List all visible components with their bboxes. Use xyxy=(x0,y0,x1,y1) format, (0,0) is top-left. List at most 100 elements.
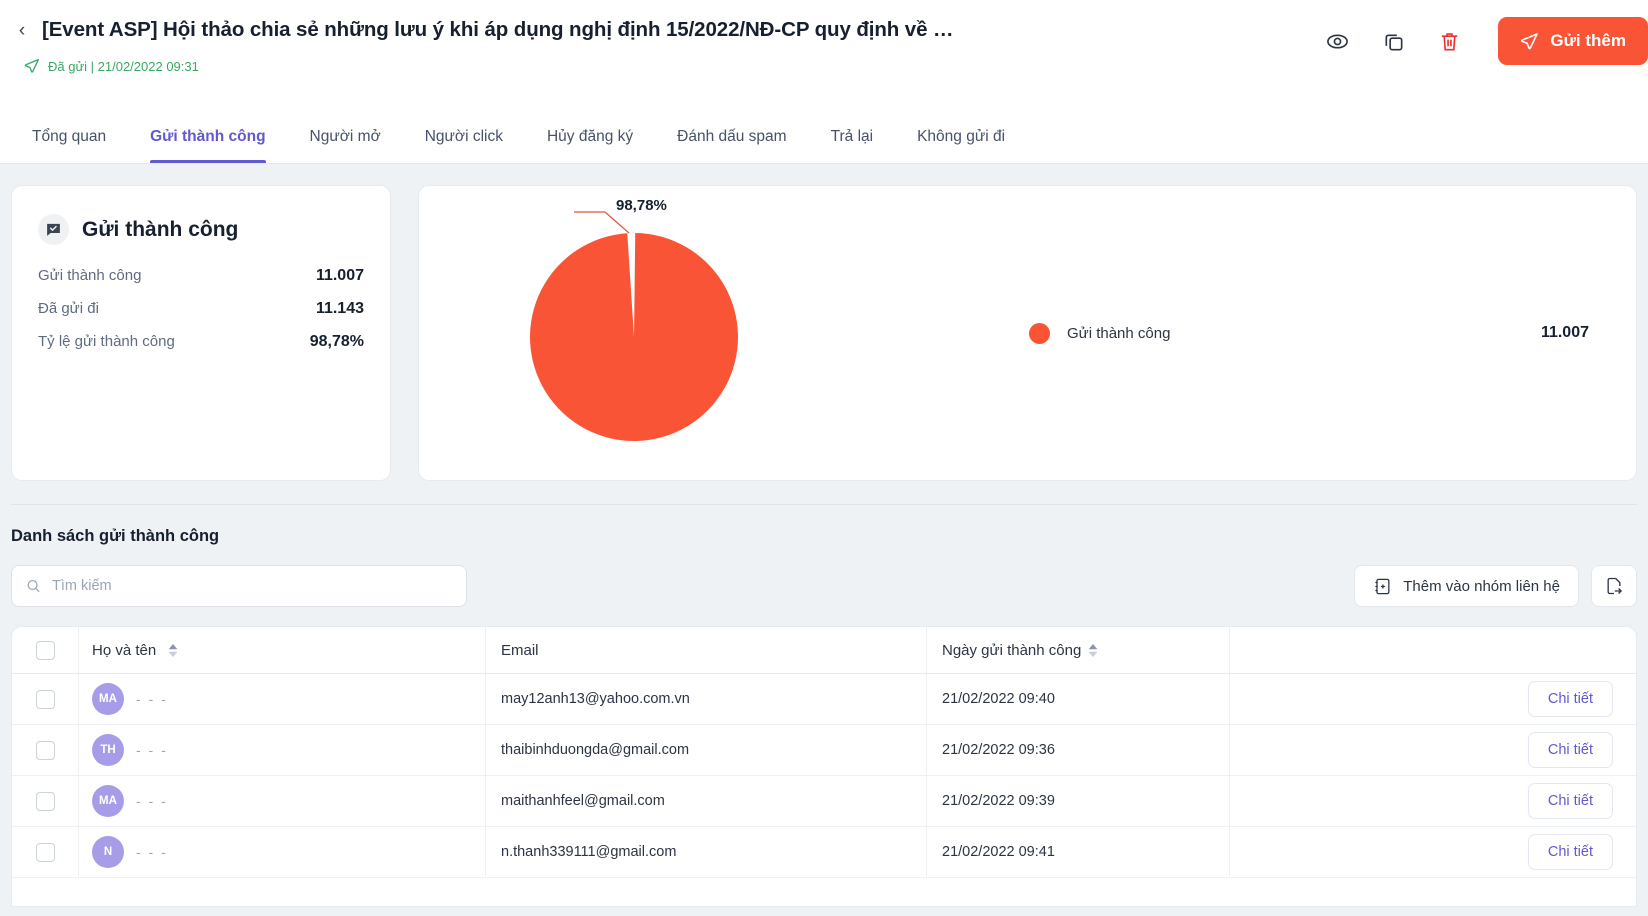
tab-label: Người mở xyxy=(309,127,381,145)
row-date-cell: 21/02/2022 09:36 xyxy=(926,725,1229,775)
column-header-date[interactable]: Ngày gửi thành công xyxy=(926,627,1229,673)
row-email: maithanhfeel@gmail.com xyxy=(501,793,665,809)
pie-legend: Gửi thành công 11.007 xyxy=(1029,322,1589,344)
add-to-contact-group-label: Thêm vào nhóm liên hệ xyxy=(1403,577,1560,595)
row-select-cell xyxy=(12,791,78,811)
send-more-label: Gửi thêm xyxy=(1550,31,1626,50)
stat-label: Tỷ lệ gửi thành công xyxy=(38,333,175,350)
row-name: - - - xyxy=(136,793,168,809)
row-email: n.thanh339111@gmail.com xyxy=(501,844,677,860)
recipients-table: Họ và tên Email Ngày gửi thành công MA -… xyxy=(11,626,1637,907)
copy-icon[interactable] xyxy=(1378,26,1408,56)
row-checkbox[interactable] xyxy=(35,740,55,760)
select-all-checkbox[interactable] xyxy=(35,640,55,660)
row-checkbox[interactable] xyxy=(35,842,55,862)
tab-label: Người click xyxy=(424,127,503,145)
stat-label: Đã gửi đi xyxy=(38,300,99,317)
detail-button[interactable]: Chi tiết xyxy=(1527,783,1613,819)
table-row[interactable]: MA - - - maithanhfeel@gmail.com 21/02/20… xyxy=(12,776,1636,827)
row-date: 21/02/2022 09:36 xyxy=(942,742,1055,758)
tab-khong-gui-di[interactable]: Không gửi đi xyxy=(895,110,1027,163)
sort-icon[interactable] xyxy=(1088,643,1098,657)
column-header-name[interactable]: Họ và tên xyxy=(78,627,485,673)
tab-nguoi-mo[interactable]: Người mở xyxy=(288,110,403,163)
row-actions-cell: Chi tiết xyxy=(1229,674,1636,724)
delivery-pie-chart-card: 98,78% Gửi thành công 11.007 xyxy=(418,185,1637,481)
table-header-row: Họ và tên Email Ngày gửi thành công xyxy=(12,627,1636,674)
stat-card-title: Gửi thành công xyxy=(82,217,239,241)
row-checkbox[interactable] xyxy=(35,689,55,709)
row-date: 21/02/2022 09:41 xyxy=(942,844,1055,860)
send-icon xyxy=(24,59,39,73)
search-box[interactable] xyxy=(11,565,467,607)
tab-tong-quan[interactable]: Tổng quan xyxy=(10,110,128,163)
search-input[interactable] xyxy=(52,578,452,594)
tab-gui-thanh-cong[interactable]: Gửi thành công xyxy=(128,110,287,163)
tab-label: Đánh dấu spam xyxy=(677,127,787,145)
stat-row: Đã gửi đi 11.143 xyxy=(38,300,364,318)
row-checkbox[interactable] xyxy=(35,791,55,811)
detail-button[interactable]: Chi tiết xyxy=(1527,732,1613,768)
list-toolbar: Thêm vào nhóm liên hệ xyxy=(11,565,1637,607)
summary-section: Gửi thành công Gửi thành công 11.007 Đã … xyxy=(0,164,1648,481)
pie-chart: 98,78% xyxy=(419,185,849,481)
row-date-cell: 21/02/2022 09:41 xyxy=(926,827,1229,877)
section-divider xyxy=(11,504,1637,505)
detail-button[interactable]: Chi tiết xyxy=(1527,834,1613,870)
column-label: Email xyxy=(501,641,539,659)
column-header-email: Email xyxy=(485,627,926,673)
column-header-actions xyxy=(1229,627,1636,673)
tab-huy-dang-ky[interactable]: Hủy đăng ký xyxy=(525,110,655,163)
row-select-cell xyxy=(12,842,78,862)
tab-label: Gửi thành công xyxy=(150,127,266,145)
status-text: Đã gửi | 21/02/2022 09:31 xyxy=(48,58,199,74)
page-title: [Event ASP] Hội thảo chia sẻ những lưu ý… xyxy=(42,18,954,41)
row-email-cell: may12anh13@yahoo.com.vn xyxy=(485,674,926,724)
stat-value: 98,78% xyxy=(309,333,364,350)
stat-row: Tỷ lệ gửi thành công 98,78% xyxy=(38,333,364,351)
row-email-cell: maithanhfeel@gmail.com xyxy=(485,776,926,826)
row-email: thaibinhduongda@gmail.com xyxy=(501,742,690,758)
send-more-button[interactable]: Gửi thêm xyxy=(1498,17,1648,65)
table-row[interactable]: N - - - n.thanh339111@gmail.com 21/02/20… xyxy=(12,827,1636,878)
avatar: TH xyxy=(92,734,124,766)
row-date: 21/02/2022 09:40 xyxy=(942,691,1055,707)
avatar: MA xyxy=(92,785,124,817)
send-icon xyxy=(1521,32,1539,49)
export-button[interactable] xyxy=(1591,565,1637,607)
list-section-title: Danh sách gửi thành công xyxy=(11,527,220,545)
eye-icon[interactable] xyxy=(1322,26,1352,56)
column-label: Ngày gửi thành công xyxy=(942,641,1082,659)
row-date: 21/02/2022 09:39 xyxy=(942,793,1055,809)
sort-icon[interactable] xyxy=(168,643,178,657)
pie-callout-label: 98,78% xyxy=(616,197,667,214)
row-email-cell: n.thanh339111@gmail.com xyxy=(485,827,926,877)
table-row[interactable]: MA - - - may12anh13@yahoo.com.vn 21/02/2… xyxy=(12,674,1636,725)
trash-icon[interactable] xyxy=(1434,26,1464,56)
contact-book-plus-icon xyxy=(1375,578,1390,594)
row-email: may12anh13@yahoo.com.vn xyxy=(501,691,690,707)
report-tabs: Tổng quan Gửi thành công Người mở Người … xyxy=(0,110,1648,164)
stat-card-header: Gửi thành công xyxy=(38,214,364,245)
row-actions-cell: Chi tiết xyxy=(1229,827,1636,877)
row-actions-cell: Chi tiết xyxy=(1229,725,1636,775)
file-export-icon xyxy=(1607,577,1623,595)
stat-value: 11.143 xyxy=(315,300,364,317)
add-to-contact-group-button[interactable]: Thêm vào nhóm liên hệ xyxy=(1354,565,1579,607)
tab-tra-lai[interactable]: Trả lại xyxy=(809,110,896,163)
select-all-cell xyxy=(12,640,78,660)
row-name-cell: MA - - - xyxy=(78,674,485,724)
tab-danh-dau-spam[interactable]: Đánh dấu spam xyxy=(655,110,808,163)
search-icon xyxy=(27,580,40,593)
legend-color-swatch xyxy=(1029,322,1050,344)
chevron-left-icon[interactable]: ‹ xyxy=(14,18,30,42)
table-row[interactable]: TH - - - thaibinhduongda@gmail.com 21/02… xyxy=(12,725,1636,776)
detail-button[interactable]: Chi tiết xyxy=(1527,681,1613,717)
tab-nguoi-click[interactable]: Người click xyxy=(403,110,525,163)
row-name: - - - xyxy=(136,742,168,758)
row-name-cell: MA - - - xyxy=(78,776,485,826)
stat-value: 11.007 xyxy=(315,267,364,284)
avatar: N xyxy=(92,836,124,868)
legend-label: Gửi thành công xyxy=(1067,324,1171,342)
tab-label: Trả lại xyxy=(830,127,874,145)
